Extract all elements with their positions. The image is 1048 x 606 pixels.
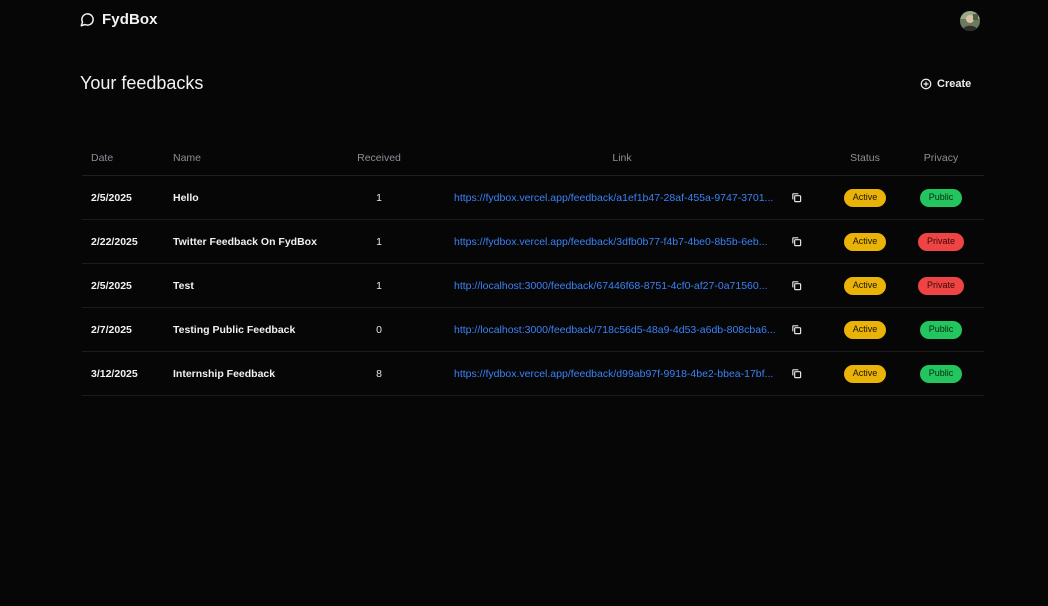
app-window: FydBox Your feedbacks Create Date Name R… [0,0,1048,606]
row-date: 2/22/2025 [91,235,138,248]
row-received-count: 1 [376,191,382,204]
column-header-privacy: Privacy [923,151,959,164]
row-name: Testing Public Feedback [173,323,296,336]
message-circle-icon [80,12,95,27]
table-row: 2/5/2025 Hello 1 https://fydbox.vercel.a… [82,176,984,220]
page-title: Your feedbacks [80,73,204,93]
copy-link-button[interactable] [791,324,802,335]
copy-link-button[interactable] [791,368,802,379]
privacy-badge: Public [919,320,963,339]
row-date: 3/12/2025 [91,367,138,380]
create-button[interactable]: Create [912,74,979,94]
feedback-link[interactable]: https://fydbox.vercel.app/feedback/d99ab… [454,368,776,380]
row-date: 2/5/2025 [91,191,132,204]
row-name: Hello [173,191,199,204]
copy-link-button[interactable] [791,236,802,247]
column-header-status: Status [850,151,880,164]
user-avatar[interactable] [960,11,980,31]
row-received-count: 1 [376,279,382,292]
top-navbar: FydBox [0,0,1048,42]
row-received-count: 0 [376,323,382,336]
row-received-count: 1 [376,235,382,248]
feedbacks-table: Date Name Received Link Status Privacy 2… [82,140,984,396]
table-header-row: Date Name Received Link Status Privacy [82,140,984,176]
status-badge: Active [843,364,887,383]
copy-icon [791,192,802,203]
brand-name: FydBox [102,11,158,28]
privacy-badge: Private [917,276,964,295]
copy-icon [791,236,802,247]
privacy-badge: Public [919,188,963,207]
table-row: 3/12/2025 Internship Feedback 8 https://… [82,352,984,396]
row-name: Internship Feedback [173,367,276,380]
feedback-link[interactable]: http://localhost:3000/feedback/718c56d5-… [454,324,776,336]
table-row: 2/22/2025 Twitter Feedback On FydBox 1 h… [82,220,984,264]
row-date: 2/5/2025 [91,279,132,292]
column-header-date: Date [91,151,114,164]
row-received-count: 8 [376,367,382,380]
feedback-link[interactable]: https://fydbox.vercel.app/feedback/3dfb0… [454,236,776,248]
row-name: Twitter Feedback On FydBox [173,235,317,248]
column-header-link: Link [612,151,632,164]
table-row: 2/5/2025 Test 1 http://localhost:3000/fe… [82,264,984,308]
copy-icon [791,280,802,291]
privacy-badge: Private [917,232,964,251]
column-header-name: Name [173,151,202,164]
status-badge: Active [843,320,887,339]
create-button-label: Create [937,78,972,90]
copy-link-button[interactable] [791,280,802,291]
status-badge: Active [843,188,887,207]
table-row: 2/7/2025 Testing Public Feedback 0 http:… [82,308,984,352]
privacy-badge: Public [919,364,963,383]
copy-icon [791,368,802,379]
feedback-link[interactable]: https://fydbox.vercel.app/feedback/a1ef1… [454,192,776,204]
copy-icon [791,324,802,335]
status-badge: Active [843,232,887,251]
copy-link-button[interactable] [791,192,802,203]
row-name: Test [173,279,194,292]
plus-circle-icon [920,78,932,90]
feedback-link[interactable]: http://localhost:3000/feedback/67446f68-… [454,280,776,292]
brand-logo-link[interactable]: FydBox [80,11,158,28]
row-date: 2/7/2025 [91,323,132,336]
column-header-received: Received [357,151,401,164]
status-badge: Active [843,276,887,295]
